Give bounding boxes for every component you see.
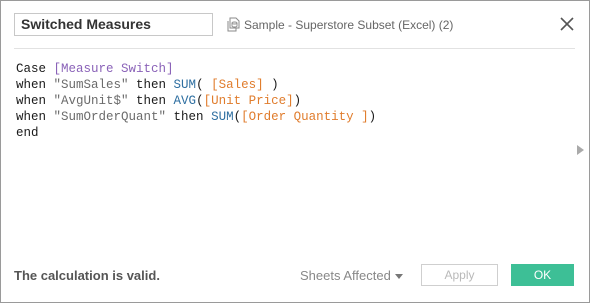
formula-line-5: end xyxy=(16,125,566,141)
keyword: then xyxy=(166,110,212,124)
paren: ) xyxy=(263,78,279,92)
field-token: [Unit Price] xyxy=(203,94,294,108)
function-token: AVG xyxy=(173,94,197,108)
calculation-editor-dialog: Switched Measures Sample - Superstore Su… xyxy=(0,0,590,303)
formula-line-1: Case [Measure Switch] xyxy=(16,61,566,77)
parameter-token: [Measure Switch] xyxy=(53,62,174,76)
dialog-header: Switched Measures Sample - Superstore Su… xyxy=(1,1,589,49)
function-token: SUM xyxy=(173,78,197,92)
paren: ( xyxy=(233,110,242,124)
formula-editor[interactable]: Case [Measure Switch] when "SumSales" the… xyxy=(14,61,566,241)
keyword: end xyxy=(16,126,39,140)
sheets-affected-dropdown[interactable]: Sheets Affected xyxy=(300,268,403,283)
keyword: when xyxy=(16,110,54,124)
field-token: [Sales] xyxy=(211,78,264,92)
paren: ) xyxy=(368,110,377,124)
keyword: Case xyxy=(16,62,54,76)
dialog-footer: The calculation is valid. Sheets Affecte… xyxy=(1,259,589,293)
paren: ( xyxy=(196,94,204,108)
datasource-indicator: Sample - Superstore Subset (Excel) (2) xyxy=(227,16,453,34)
string-token: "SumSales" xyxy=(53,78,129,92)
formula-line-2: when "SumSales" then SUM( [Sales] ) xyxy=(16,77,566,93)
expand-panel-arrow-icon[interactable] xyxy=(577,145,584,155)
paren: ( xyxy=(196,78,212,92)
calculation-name-input[interactable]: Switched Measures xyxy=(14,13,213,36)
chevron-down-icon xyxy=(394,274,403,279)
datasource-label: Sample - Superstore Subset (Excel) (2) xyxy=(244,18,454,32)
sheets-affected-label: Sheets Affected xyxy=(300,268,391,283)
formula-line-3: when "AvgUnit$" then AVG([Unit Price]) xyxy=(16,93,566,109)
apply-button[interactable]: Apply xyxy=(421,264,498,286)
paren: ) xyxy=(293,94,302,108)
field-token: [Order Quantity ] xyxy=(241,110,369,124)
keyword: then xyxy=(128,94,174,108)
datasource-icon xyxy=(227,17,241,33)
close-icon[interactable] xyxy=(559,16,575,32)
string-token: "AvgUnit$" xyxy=(53,94,129,108)
formula-line-4: when "SumOrderQuant" then SUM([Order Qua… xyxy=(16,109,566,125)
keyword: when xyxy=(16,78,54,92)
validation-status: The calculation is valid. xyxy=(14,268,160,283)
keyword: when xyxy=(16,94,54,108)
string-token: "SumOrderQuant" xyxy=(53,110,167,124)
function-token: SUM xyxy=(211,110,234,124)
ok-button[interactable]: OK xyxy=(511,264,574,286)
keyword: then xyxy=(128,78,174,92)
header-divider xyxy=(14,48,575,49)
